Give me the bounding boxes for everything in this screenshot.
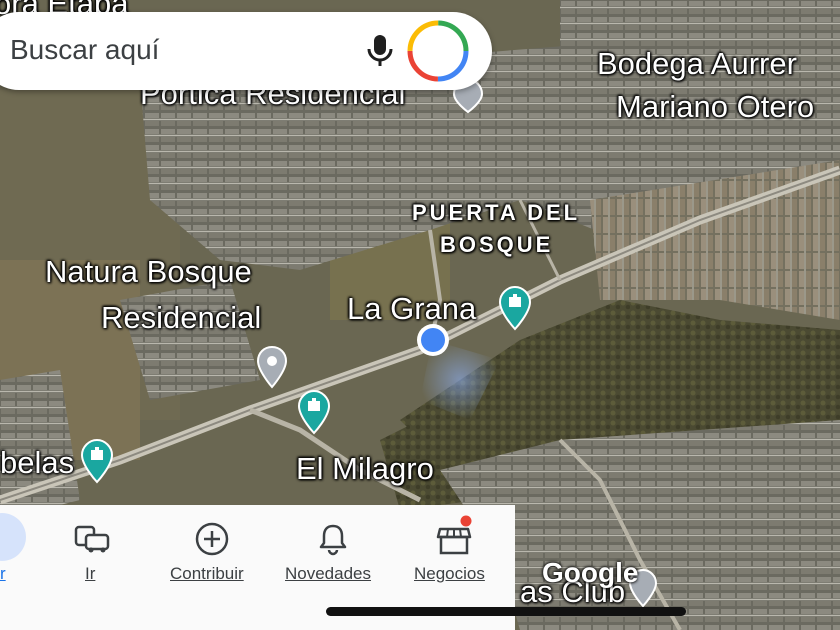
- nav-label-explore: r: [0, 564, 6, 583]
- add-circle-icon: [195, 522, 229, 556]
- map-label-mariano-otero: Mariano Otero: [616, 89, 815, 124]
- nav-item-negocios[interactable]: Negocios: [412, 505, 498, 605]
- park-pin-icon[interactable]: [498, 285, 532, 331]
- map-label-bodega-aurrera: Bodega Aurrer: [597, 46, 797, 81]
- nav-item-contribuir[interactable]: Contribuir: [168, 505, 260, 605]
- car-transit-icon: [74, 525, 110, 553]
- microphone-icon[interactable]: [360, 30, 400, 70]
- map-label-residencial: Residencial: [101, 300, 262, 335]
- search-input[interactable]: Buscar aquí: [10, 34, 159, 66]
- home-indicator[interactable]: [326, 607, 686, 616]
- park-pin-icon[interactable]: [80, 438, 114, 484]
- search-bar[interactable]: Buscar aquí: [0, 12, 492, 90]
- explore-icon: [0, 513, 26, 561]
- nav-label-negocios: Negocios: [414, 564, 485, 583]
- map-label-belas[interactable]: belas: [0, 445, 74, 481]
- map-label-puerta-del-bosque-2: BOSQUE: [440, 232, 554, 257]
- google-logo: Google: [542, 557, 639, 588]
- nav-label-contribuir: Contribuir: [170, 564, 244, 583]
- place-pin-icon[interactable]: [256, 345, 288, 389]
- current-location-dot-icon: [417, 324, 449, 356]
- map-label-puerta-del-bosque-1: PUERTA DEL: [412, 200, 581, 225]
- map-label-la-grana[interactable]: La Grana: [347, 291, 476, 327]
- bell-icon: [319, 524, 347, 556]
- nav-item-novedades[interactable]: Novedades: [284, 505, 382, 605]
- map-label-natura-bosque: Natura Bosque: [45, 254, 252, 289]
- notification-dot-icon: [460, 515, 472, 527]
- nav-item-ir[interactable]: Ir: [70, 505, 114, 605]
- park-pin-icon[interactable]: [297, 389, 331, 435]
- nav-item-explore[interactable]: r: [0, 505, 30, 605]
- map-label-el-milagro[interactable]: El Milagro: [296, 451, 434, 487]
- nav-label-novedades: Novedades: [285, 564, 372, 583]
- nav-label-ir: Ir: [85, 564, 96, 583]
- google-lens-icon[interactable]: [403, 16, 473, 86]
